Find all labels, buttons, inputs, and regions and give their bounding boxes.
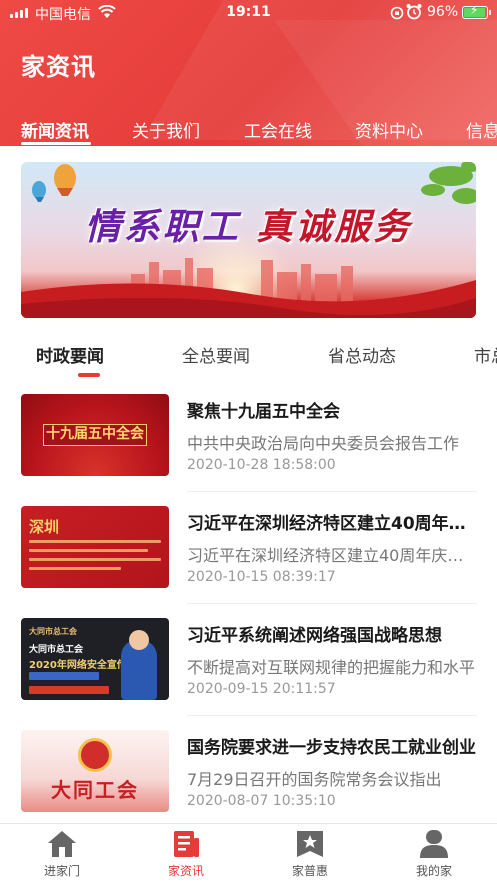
tabbar-label: 进家门 — [43, 864, 80, 878]
news-item[interactable]: 大同市总工会 大同市总工会 2020年网络安全宣传周 习近平系统阐述网络强国战略… — [0, 604, 497, 716]
news-summary: 7月29日召开的国务院常务会议指出 — [187, 770, 442, 789]
clock: 19:11 — [226, 4, 271, 20]
union-logo-icon — [78, 738, 112, 772]
page-title: 家资讯 — [21, 53, 96, 81]
category-tab-provincial[interactable]: 省总动态 — [328, 342, 396, 367]
news-summary: 习近平在深圳经济特区建立40周年庆祝大会上 — [187, 546, 477, 565]
news-title: 习近平系统阐述网络强国战略思想 — [187, 626, 442, 646]
tab-info[interactable]: 信息 — [466, 117, 497, 142]
category-tab-national-union[interactable]: 全总要闻 — [182, 342, 250, 367]
category-tab-bar: 时政要闻 全总要闻 省总动态 市总 — [0, 328, 497, 378]
news-summary: 不断提高对互联网规律的把握能力和水平 — [187, 658, 476, 677]
news-summary: 中共中央政治局向中央委员会报告工作 — [187, 434, 460, 453]
battery-percentage: 96% — [427, 4, 459, 20]
user-icon — [420, 830, 448, 858]
tabbar-item-profile[interactable]: 我的家 — [372, 824, 496, 883]
home-icon — [48, 831, 76, 857]
alarm-icon — [406, 4, 422, 20]
tabbar-item-benefits[interactable]: 家普惠 — [248, 824, 372, 883]
tabbar-label: 家资讯 — [167, 864, 204, 878]
news-date: 2020-09-15 20:11:57 — [187, 681, 336, 697]
banner-carousel[interactable]: 情系职工 真诚服务 — [21, 162, 476, 318]
active-category-indicator — [78, 373, 100, 377]
news-icon — [174, 831, 199, 857]
tab-union-online[interactable]: 工会在线 — [244, 117, 312, 142]
status-bar: 中国电信 19:11 96% ⚡ — [0, 0, 497, 26]
news-title: 聚焦十九届五中全会 — [187, 402, 340, 422]
bottom-tab-bar: 进家门 家资讯 家普惠 我的家 — [0, 823, 497, 883]
news-thumbnail: 十九届五中全会 — [21, 394, 169, 476]
active-tab-indicator — [21, 142, 91, 145]
news-date: 2020-10-15 08:39:17 — [187, 569, 336, 585]
news-title: 习近平在深圳经济特区建立40周年庆祝大会上 — [187, 514, 477, 534]
news-thumbnail: 深圳 — [21, 506, 169, 588]
tab-documents[interactable]: 资料中心 — [355, 117, 423, 142]
app-header: 中国电信 19:11 96% ⚡ 家资讯 新闻资讯 关于我们 工会在线 资料中心… — [0, 0, 497, 146]
tabbar-item-home[interactable]: 进家门 — [0, 824, 124, 883]
news-item[interactable]: 十九届五中全会 聚焦十九届五中全会 中共中央政治局向中央委员会报告工作 2020… — [0, 380, 497, 492]
tab-about-us[interactable]: 关于我们 — [132, 117, 200, 142]
news-item[interactable]: 深圳 习近平在深圳经济特区建立40周年庆祝大会上 习近平在深圳经济特区建立40周… — [0, 492, 497, 604]
rotation-lock-icon — [390, 6, 404, 20]
news-date: 2020-08-07 10:35:10 — [187, 793, 336, 809]
news-title: 国务院要求进一步支持农民工就业创业 — [187, 738, 476, 758]
tabbar-label: 家普惠 — [291, 864, 328, 878]
news-thumbnail: 大同工会 — [21, 730, 169, 812]
star-badge-icon — [297, 831, 323, 857]
news-thumbnail: 大同市总工会 大同市总工会 2020年网络安全宣传周 — [21, 618, 169, 700]
banner-slogan: 情系职工 真诚服务 — [84, 206, 413, 248]
category-tab-city[interactable]: 市总 — [474, 342, 497, 367]
tab-news[interactable]: 新闻资讯 — [21, 117, 89, 142]
thumbnail-text-lines — [29, 540, 161, 576]
news-date: 2020-10-28 18:58:00 — [187, 457, 336, 473]
news-item[interactable]: 大同工会 国务院要求进一步支持农民工就业创业 7月29日召开的国务院常务会议指出… — [0, 716, 497, 828]
tabbar-item-news[interactable]: 家资讯 — [124, 824, 248, 883]
top-tab-bar: 新闻资讯 关于我们 工会在线 资料中心 信息 — [0, 112, 497, 146]
battery-icon: ⚡ — [462, 3, 491, 19]
category-tab-politics[interactable]: 时政要闻 — [36, 342, 104, 367]
tabbar-label: 我的家 — [415, 864, 452, 878]
